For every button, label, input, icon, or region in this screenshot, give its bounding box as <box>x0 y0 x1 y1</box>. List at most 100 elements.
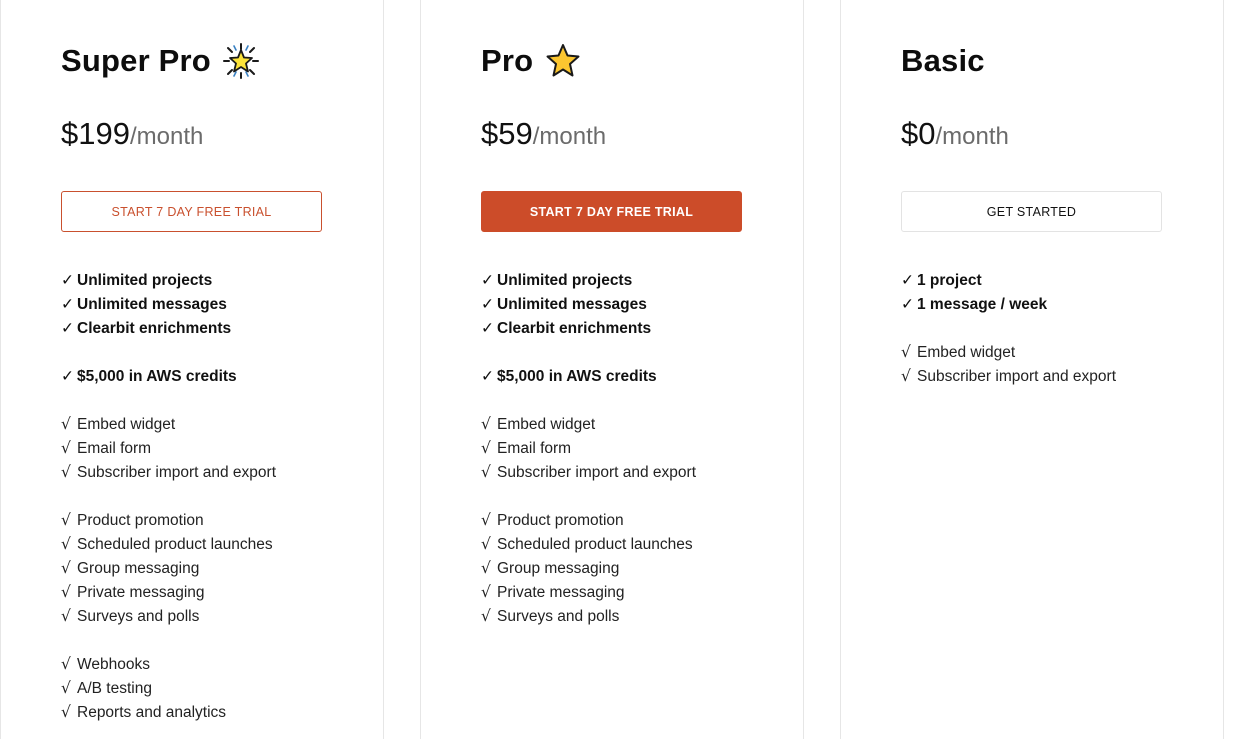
feature-text: Unlimited messages <box>497 296 647 313</box>
feature-text: Product promotion <box>77 512 204 529</box>
feature-item: √ Reports and analytics <box>61 700 361 724</box>
feature-text: Surveys and polls <box>497 608 620 625</box>
check-icon: ✓ <box>61 367 74 385</box>
feature-item: ✓ 1 project <box>901 268 1201 292</box>
check-icon: √ <box>61 559 71 577</box>
feature-item: √ Group messaging <box>61 556 361 580</box>
price-period: /month <box>129 123 204 150</box>
feature-text: Reports and analytics <box>77 704 227 721</box>
check-icon: √ <box>61 655 71 673</box>
check-icon: √ <box>901 367 911 385</box>
check-icon: √ <box>61 535 71 553</box>
check-icon: √ <box>481 415 491 433</box>
check-icon: ✓ <box>481 295 494 313</box>
feature-group: ✓ $5,000 in AWS credits <box>481 364 781 388</box>
check-icon: √ <box>61 463 71 481</box>
price-period: /month <box>532 123 607 150</box>
price: $59/month <box>481 116 606 152</box>
feature-item: ✓ 1 message / week <box>901 292 1201 316</box>
feature-item: √ Private messaging <box>61 580 361 604</box>
plan-header: Super Pro <box>61 38 259 84</box>
price: $0/month <box>901 116 1009 152</box>
plan-name: Basic <box>901 43 985 78</box>
check-icon: √ <box>481 463 491 481</box>
feature-text: Scheduled product launches <box>77 536 273 553</box>
feature-list: ✓ Unlimited projects ✓ Unlimited messages ✓ C… <box>481 268 781 652</box>
feature-text: Product promotion <box>497 512 624 529</box>
feature-list: ✓ 1 project ✓ 1 message / week √ Embed widget… <box>901 268 1201 412</box>
feature-item: √ A/B testing <box>61 676 361 700</box>
feature-text: Unlimited projects <box>77 272 213 289</box>
check-icon: √ <box>481 535 491 553</box>
feature-text: Embed widget <box>497 416 596 433</box>
check-icon: √ <box>61 679 71 697</box>
get-started-button[interactable]: GET STARTED <box>901 191 1162 232</box>
feature-group: √ Embed widget √ Email form √ Subscriber impo… <box>61 412 361 484</box>
sparkle-star-icon <box>222 43 259 79</box>
feature-text: Unlimited projects <box>497 272 633 289</box>
feature-item: ✓ Unlimited messages <box>61 292 361 316</box>
plan-name: Pro <box>481 43 534 78</box>
feature-text: 1 message / week <box>917 296 1048 313</box>
price: $199/month <box>61 116 203 152</box>
feature-group: ✓ Unlimited projects ✓ Unlimited messages ✓ C… <box>481 268 781 340</box>
plan-card-super-pro: Super Pro $199/month START 7 DAY FREE TR… <box>0 0 384 739</box>
feature-group: ✓ $5,000 in AWS credits <box>61 364 361 388</box>
check-icon: ✓ <box>61 271 74 289</box>
feature-text: Subscriber import and export <box>497 464 697 481</box>
plan-card-pro: Pro $59/month START 7 DAY FREE TRIAL ✓ Un… <box>420 0 804 739</box>
feature-text: Email form <box>497 440 572 457</box>
price-period: /month <box>935 123 1009 150</box>
price-amount: $199 <box>61 116 130 151</box>
price-amount: $0 <box>901 116 936 151</box>
check-icon: √ <box>61 703 71 721</box>
feature-item: ✓ Unlimited messages <box>481 292 781 316</box>
feature-item: √ Embed widget <box>901 340 1201 364</box>
feature-item: √ Subscriber import and export <box>481 460 781 484</box>
check-icon: ✓ <box>481 271 494 289</box>
feature-item: √ Subscriber import and export <box>61 460 361 484</box>
feature-item: √ Scheduled product launches <box>61 532 361 556</box>
feature-text: Embed widget <box>917 344 1016 361</box>
check-icon: √ <box>481 439 491 457</box>
start-trial-button[interactable]: START 7 DAY FREE TRIAL <box>61 191 322 232</box>
feature-group: ✓ 1 project ✓ 1 message / week <box>901 268 1201 316</box>
feature-item: √ Subscriber import and export <box>901 364 1201 388</box>
feature-item: √ Product promotion <box>481 508 781 532</box>
check-icon: ✓ <box>901 271 914 289</box>
feature-text: Surveys and polls <box>77 608 200 625</box>
feature-text: Private messaging <box>497 584 625 601</box>
feature-text: Group messaging <box>77 560 200 577</box>
check-icon: √ <box>481 559 491 577</box>
check-icon: ✓ <box>481 319 494 337</box>
feature-list: ✓ Unlimited projects ✓ Unlimited messages ✓ C… <box>61 268 361 739</box>
start-trial-button[interactable]: START 7 DAY FREE TRIAL <box>481 191 742 232</box>
feature-text: Scheduled product launches <box>497 536 693 553</box>
check-icon: √ <box>901 343 911 361</box>
feature-item: √ Surveys and polls <box>481 604 781 628</box>
check-icon: ✓ <box>61 295 74 313</box>
plan-card-basic: Basic $0/month GET STARTED ✓ 1 project ✓ 1 … <box>840 0 1224 739</box>
feature-text: Clearbit enrichments <box>497 320 652 337</box>
plan-name: Super Pro <box>61 43 211 78</box>
check-icon: √ <box>61 511 71 529</box>
feature-item: ✓ Unlimited projects <box>61 268 361 292</box>
feature-group: √ Embed widget √ Subscriber import and expo… <box>901 340 1201 388</box>
check-icon: ✓ <box>481 367 494 385</box>
feature-text: Private messaging <box>77 584 205 601</box>
feature-item: √ Embed widget <box>61 412 361 436</box>
check-icon: ✓ <box>901 295 914 313</box>
feature-text: Subscriber import and export <box>77 464 277 481</box>
feature-text: Group messaging <box>497 560 620 577</box>
feature-text: Embed widget <box>77 416 176 433</box>
feature-text: Subscriber import and export <box>917 368 1117 385</box>
feature-group: ✓ Unlimited projects ✓ Unlimited messages ✓ C… <box>61 268 361 340</box>
feature-item: √ Group messaging <box>481 556 781 580</box>
feature-item: ✓ Clearbit enrichments <box>481 316 781 340</box>
check-icon: √ <box>61 583 71 601</box>
feature-item: ✓ $5,000 in AWS credits <box>481 364 781 388</box>
feature-text: Clearbit enrichments <box>77 320 232 337</box>
feature-group: √ Webhooks √ A/B testing √ Reports and analyt… <box>61 652 361 724</box>
price-amount: $59 <box>481 116 533 151</box>
feature-item: √ Scheduled product launches <box>481 532 781 556</box>
